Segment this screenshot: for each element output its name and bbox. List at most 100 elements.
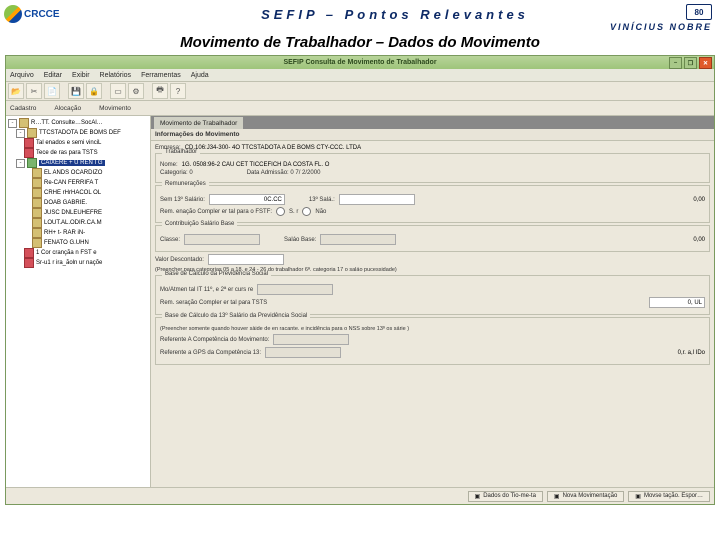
- input-ref: [273, 334, 349, 345]
- tree-item[interactable]: RH+ t- RAR iN-: [44, 230, 85, 236]
- value-rem-total: 0,00: [693, 197, 705, 203]
- tabrow: Movimento de Trabalhador: [151, 116, 714, 129]
- tb-cut-icon[interactable]: ✂: [26, 83, 42, 99]
- tree-item[interactable]: JUSC DNLEUHEFRE: [44, 210, 102, 216]
- logo-text: CRCCE: [24, 9, 60, 20]
- value-nome: 1G. 0508:96-2 CAU CET TICCEFICH DA COSTA…: [182, 162, 330, 168]
- app-titlebar: SEFIP Consulta de Movimento de Trabalhad…: [6, 56, 714, 69]
- menubar: Arquivo Editar Exibir Relatórios Ferrame…: [6, 69, 714, 82]
- label-mov: Mo/Atmen tal IT 11º, e 2ª er curs re: [160, 287, 253, 293]
- plus-icon: ▣: [554, 493, 560, 500]
- person-icon: [32, 228, 42, 238]
- slide-subtitle: Movimento de Trabalhador – Dados do Movi…: [0, 34, 720, 51]
- tb-copy-icon[interactable]: 📄: [44, 83, 60, 99]
- value-gps: 0,r. a,l IDo: [678, 350, 705, 356]
- tree-root[interactable]: R…TT. Consulte…SocAl…: [31, 120, 103, 126]
- legend-remuneracoes: Remunerações: [162, 181, 209, 187]
- item-red-icon: [24, 138, 34, 148]
- legend-bcps: Base de Cálculo da Previdência Social: [162, 271, 271, 277]
- page-icon: ▣: [475, 493, 481, 500]
- tree-item[interactable]: LOUT.AL.ODIR.CA.M: [44, 220, 102, 226]
- tree-item[interactable]: CRHE rHrHACOL OL: [44, 190, 101, 196]
- person-icon: [32, 178, 42, 188]
- btn-mov-exportar[interactable]: ▣Movse tação. Espor…: [628, 491, 710, 502]
- legend-trabalhador: Trabalhador: [162, 149, 200, 155]
- input-13sal[interactable]: [339, 194, 415, 205]
- input-gps: [265, 347, 341, 358]
- tree-item[interactable]: Sr-u1 r ira_ãoln ur naçõe: [36, 260, 102, 266]
- tb-help-icon[interactable]: ?: [170, 83, 186, 99]
- item-red-icon: [24, 258, 34, 268]
- menu-editar[interactable]: Editar: [44, 72, 62, 79]
- subtoolbar: Cadastro Alocação Movimento: [6, 101, 714, 116]
- tb-lock-icon[interactable]: 🔒: [86, 83, 102, 99]
- radio-sim[interactable]: [276, 207, 285, 216]
- input-remcomp2[interactable]: 0, UL: [649, 297, 705, 308]
- tree-node[interactable]: Tal enados e semi vinciL: [36, 140, 101, 146]
- tree-node[interactable]: Tece de ras para TSTS: [36, 150, 98, 156]
- form-pane: Empresa:CD.106:J34-300- 4O TTCSTADOTA A …: [151, 141, 714, 487]
- tree-item[interactable]: FENATO G.UHN: [44, 240, 89, 246]
- menu-relatorios[interactable]: Relatórios: [100, 72, 132, 79]
- tab-alocacao[interactable]: Alocação: [54, 105, 81, 112]
- close-button[interactable]: ✕: [699, 57, 712, 69]
- btn-dados-movimento[interactable]: ▣Dados do Tio-me-ta: [468, 491, 543, 502]
- menu-ferramentas[interactable]: Ferramentas: [141, 72, 181, 79]
- legend-contribuicao: Contribuição Salário Base: [162, 221, 237, 227]
- tb-action-icon[interactable]: ⚙: [128, 83, 144, 99]
- radio-nao[interactable]: [302, 207, 311, 216]
- input-valdesc[interactable]: [208, 254, 284, 265]
- tree-item[interactable]: DOAB GABRIE.: [44, 200, 87, 206]
- btn-nova-movimentacao[interactable]: ▣Nova Movimentação: [547, 491, 624, 502]
- input-sem13[interactable]: 0C.CC: [209, 194, 285, 205]
- label-remcomp2: Rem. seração Compler er tal para TSTS: [160, 300, 267, 306]
- tree-node[interactable]: TTCSTADOTA DE BOMS DEF: [39, 130, 121, 136]
- slide-number-badge: 80: [686, 4, 712, 20]
- tb-open-icon[interactable]: 📂: [8, 83, 24, 99]
- label-sem13: Sem 13º Salário:: [160, 197, 205, 203]
- tree-selected[interactable]: CAIXERE + U REN I G: [39, 160, 105, 166]
- value-empresa: CD.106:J34-300- 4O TTCSTADOTA A DE BOMS …: [185, 145, 361, 151]
- menu-exibir[interactable]: Exibir: [72, 72, 90, 79]
- legend-bc13: Base de Cálculo da 13º Salário da Previd…: [162, 313, 310, 319]
- app-title: SEFIP Consulta de Movimento de Trabalhad…: [283, 59, 436, 66]
- slide-author: VINÍCIUS NOBRE: [610, 22, 712, 32]
- label-salbase: Saláo Base:: [284, 237, 316, 243]
- app-body: -R…TT. Consulte…SocAl… -TTCSTADOTA DE BO…: [6, 116, 714, 487]
- group-bc13: Base de Cálculo da 13º Salário da Previd…: [155, 317, 710, 365]
- input-mov: [257, 284, 333, 295]
- main-panel: Movimento de Trabalhador Informações do …: [151, 116, 714, 487]
- input-salbase: [320, 234, 396, 245]
- label-admissao: Data Admissão: 0 7/ 2/2000: [247, 170, 321, 176]
- tree-item[interactable]: Re-CAN FERRIFA T: [44, 180, 98, 186]
- tab-cadastro[interactable]: Cadastro: [10, 105, 36, 112]
- restore-button[interactable]: ❐: [684, 57, 697, 69]
- group-bcps: Base de Cálculo da Previdência Social Mo…: [155, 275, 710, 315]
- label-nome: Nome:: [160, 162, 178, 168]
- label-13sal: 13º Salá.:: [309, 197, 335, 203]
- group-trabalhador: Trabalhador Nome:1G. 0508:96-2 CAU CET T…: [155, 153, 710, 183]
- value-contr-total: 0,00: [693, 237, 705, 243]
- minimize-button[interactable]: –: [669, 57, 682, 69]
- slide-title: SEFIP – Pontos Relevantes: [74, 7, 716, 22]
- person-icon: [32, 168, 42, 178]
- tb-save-icon[interactable]: 💾: [68, 83, 84, 99]
- menu-arquivo[interactable]: Arquivo: [10, 72, 34, 79]
- folder-icon: [27, 128, 37, 138]
- tb-print-icon[interactable]: 🖶: [152, 83, 168, 99]
- label-remcomp: Rem. enação Compler er tal para o FSTF:: [160, 209, 272, 215]
- collapse-icon[interactable]: -: [8, 119, 17, 128]
- tab-movimento[interactable]: Movimento: [99, 105, 131, 112]
- tree-panel[interactable]: -R…TT. Consulte…SocAl… -TTCSTADOTA DE BO…: [6, 116, 151, 487]
- item-red-icon: [24, 248, 34, 258]
- menu-ajuda[interactable]: Ajuda: [191, 72, 209, 79]
- item-green-icon: [27, 158, 37, 168]
- tab-movimento-trabalhador[interactable]: Movimento de Trabalhador: [153, 116, 244, 129]
- collapse-icon[interactable]: -: [16, 129, 25, 138]
- person-icon: [32, 188, 42, 198]
- collapse-icon[interactable]: -: [16, 159, 25, 168]
- tree-item[interactable]: 1 Cor crançãa n FST e: [36, 250, 97, 256]
- tree-item[interactable]: EL ANDS OCARDIZO: [44, 170, 102, 176]
- logo-mark-icon: [4, 5, 22, 23]
- tb-form-icon[interactable]: ▭: [110, 83, 126, 99]
